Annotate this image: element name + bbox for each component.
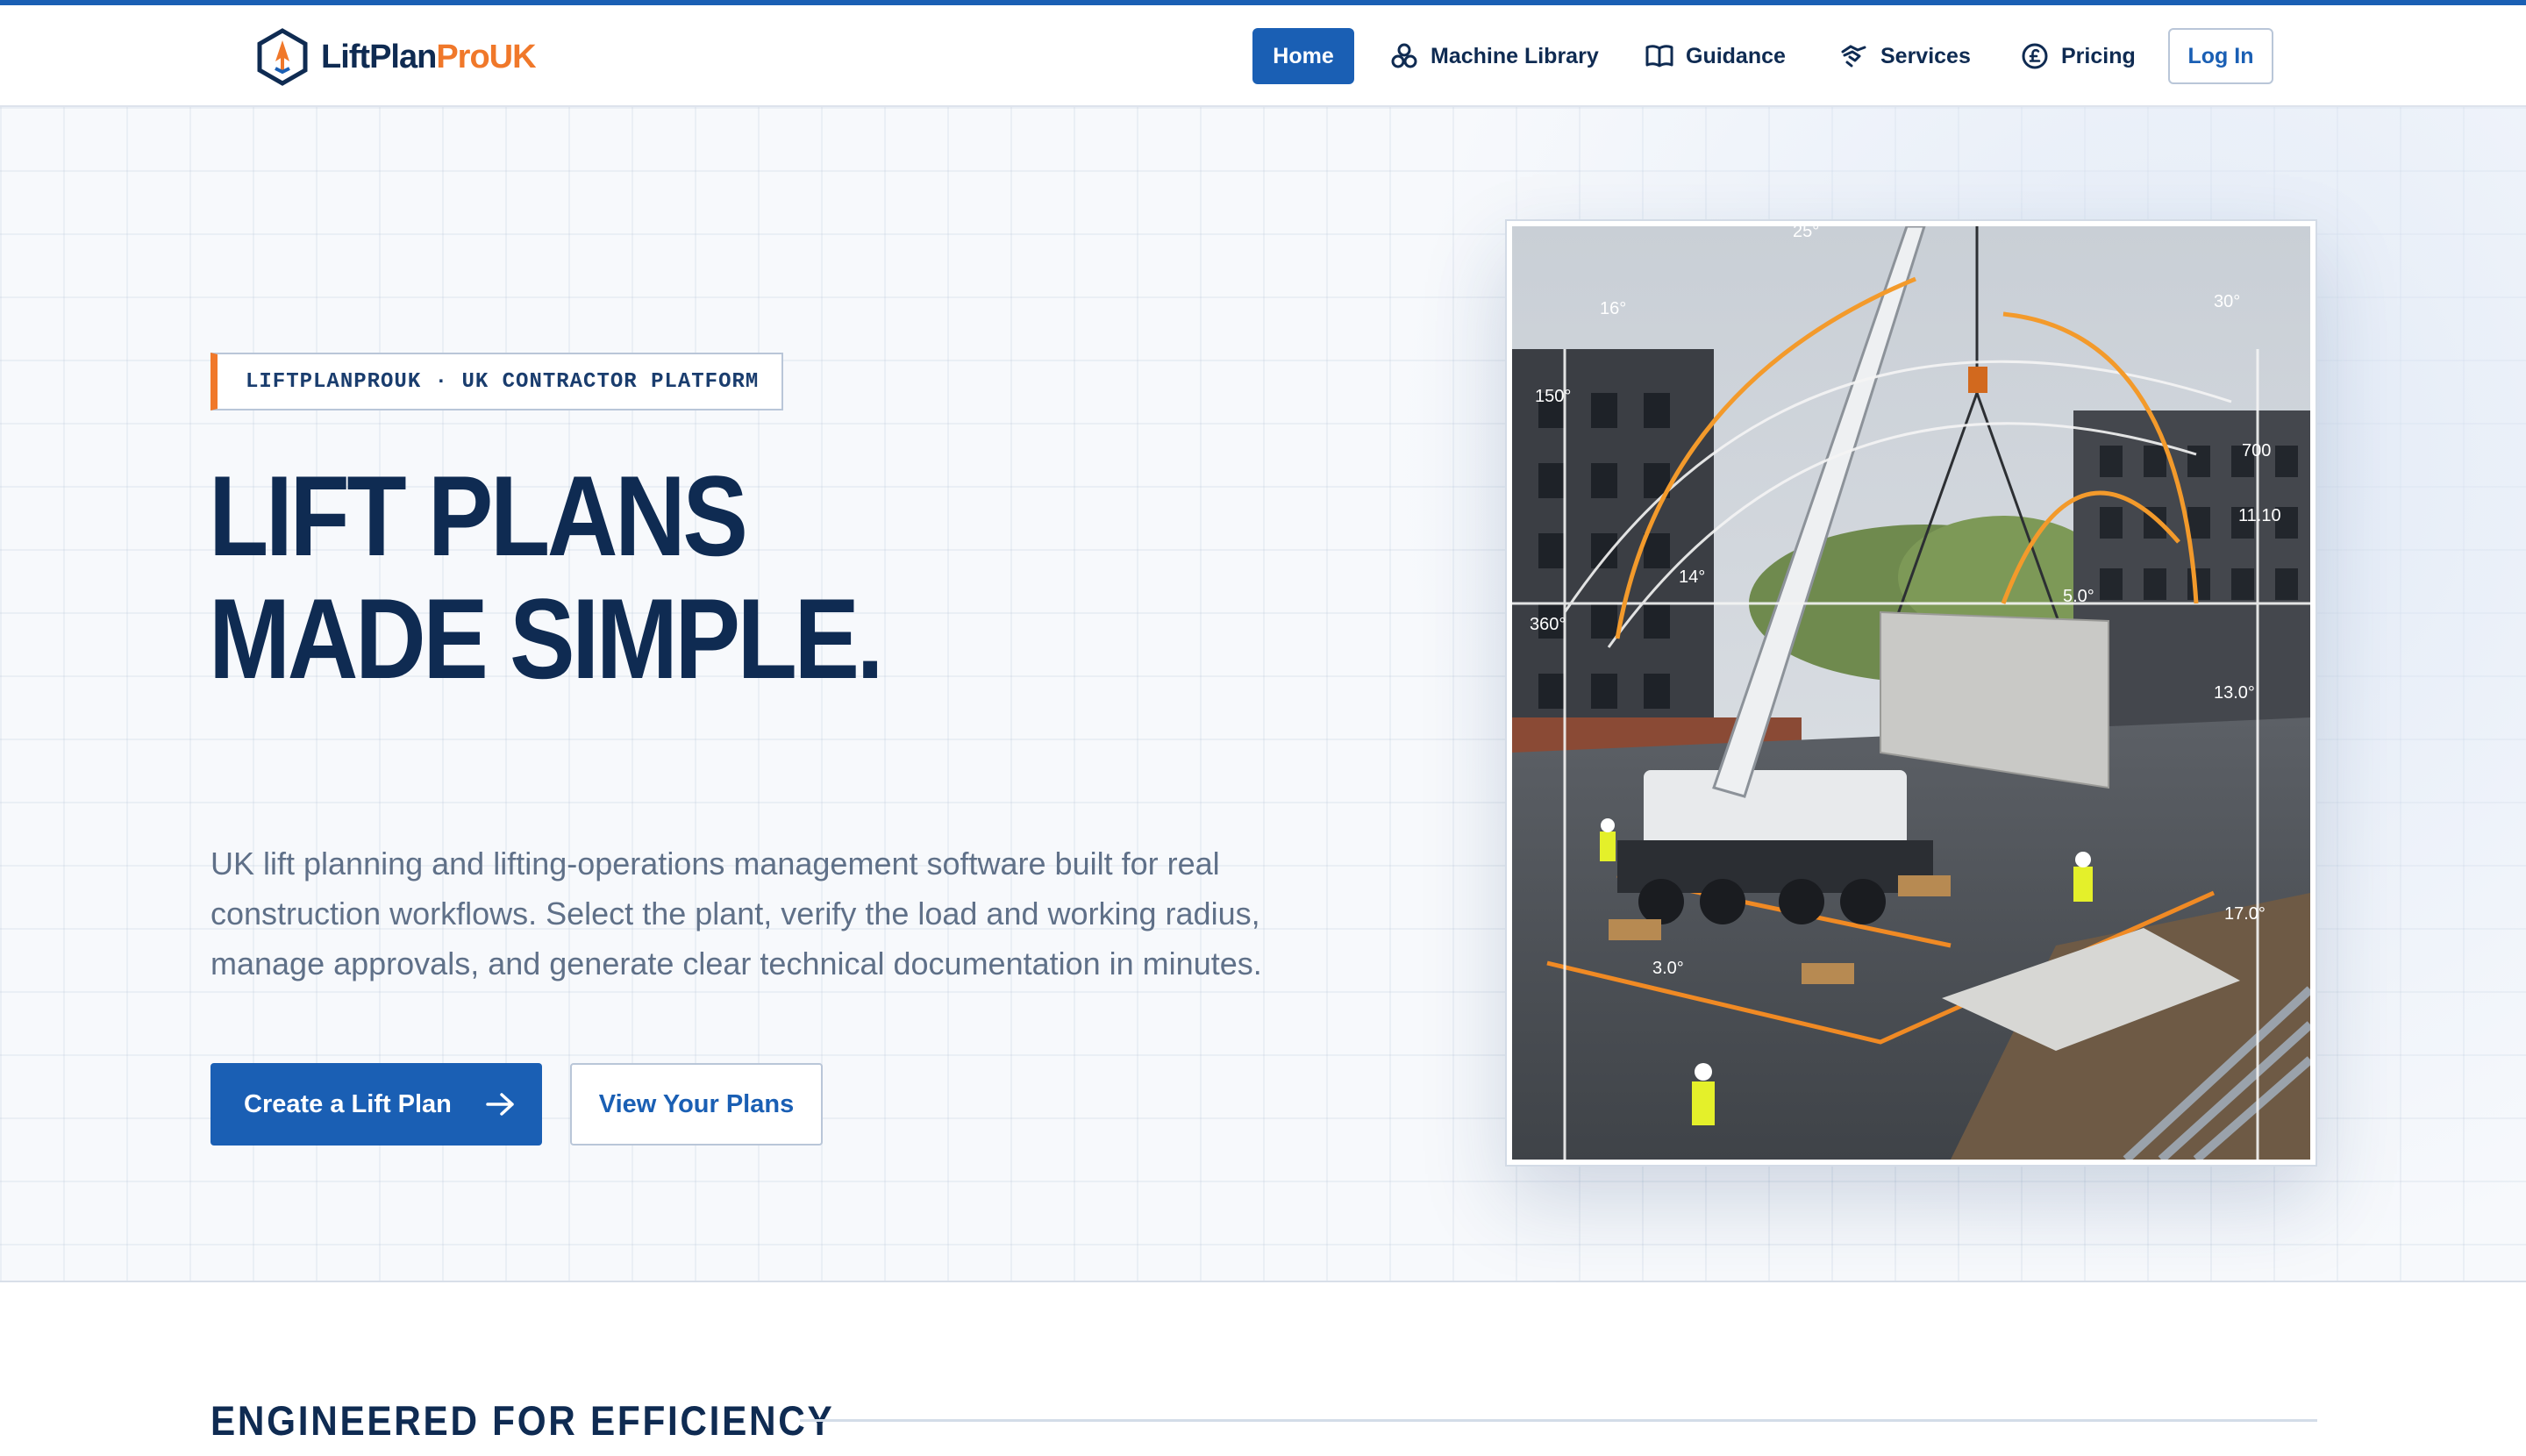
crane-lift-illustration: 150° 16° 25° 30° 14° 5.0° 13.0° 360° 700…: [1512, 226, 2310, 1160]
image-annotation: 16°: [1600, 299, 1626, 318]
view-your-plans-button[interactable]: View Your Plans: [570, 1063, 823, 1146]
image-annotation: 360°: [1530, 615, 1566, 634]
image-annotation: 14°: [1679, 567, 1705, 587]
hero-subtitle: UK lift planning and lifting-operations …: [210, 846, 1262, 981]
image-annotation: 3.0°: [1652, 959, 1684, 978]
section-heading: ENGINEERED FOR EFFICIENCY: [210, 1397, 835, 1444]
image-annotation: 11.10: [2238, 506, 2281, 525]
book-icon: [1645, 42, 1673, 70]
image-annotation: 700: [2242, 441, 2271, 460]
machine-library-icon: [1390, 42, 1418, 70]
section-divider: [800, 1419, 2317, 1422]
arrow-right-icon: [485, 1091, 517, 1117]
crane-lift-photo: 150° 16° 25° 30° 14° 5.0° 13.0° 360° 700…: [1505, 219, 2317, 1167]
create-lift-plan-button[interactable]: Create a Lift Plan: [210, 1063, 542, 1146]
image-annotation: 5.0°: [2063, 587, 2094, 606]
hero-section: LIFTPLANPROUK · UK CONTRACTOR PLATFORM L…: [0, 107, 2526, 1282]
nav-guidance[interactable]: Guidance: [1645, 28, 1786, 84]
nav-machine-library[interactable]: Machine Library: [1390, 28, 1599, 84]
nav-pricing[interactable]: Pricing: [2021, 28, 2136, 84]
hero-headline: LIFT PLANS MADE SIMPLE.: [209, 452, 884, 703]
headline-line-1: LIFT PLANS: [209, 452, 748, 580]
main-navigation: Home Machine Library Guidance Services P…: [0, 28, 2526, 84]
platform-badge: LIFTPLANPROUK · UK CONTRACTOR PLATFORM: [210, 353, 784, 410]
pound-icon: [2021, 42, 2049, 70]
services-icon: [1840, 42, 1868, 70]
image-annotation: 25°: [1793, 226, 1819, 241]
site-header: LiftPlanProUK Home Machine Library Guida…: [0, 5, 2526, 107]
nav-services[interactable]: Services: [1840, 28, 1971, 84]
image-annotation: 17.0°: [2224, 904, 2266, 924]
headline-line-2: MADE SIMPLE.: [209, 575, 884, 703]
nav-home[interactable]: Home: [1252, 28, 1354, 84]
image-annotation: 150°: [1535, 387, 1571, 406]
login-button[interactable]: Log In: [2168, 28, 2273, 84]
image-annotation: 30°: [2214, 292, 2240, 311]
image-annotation: 13.0°: [2214, 683, 2255, 703]
